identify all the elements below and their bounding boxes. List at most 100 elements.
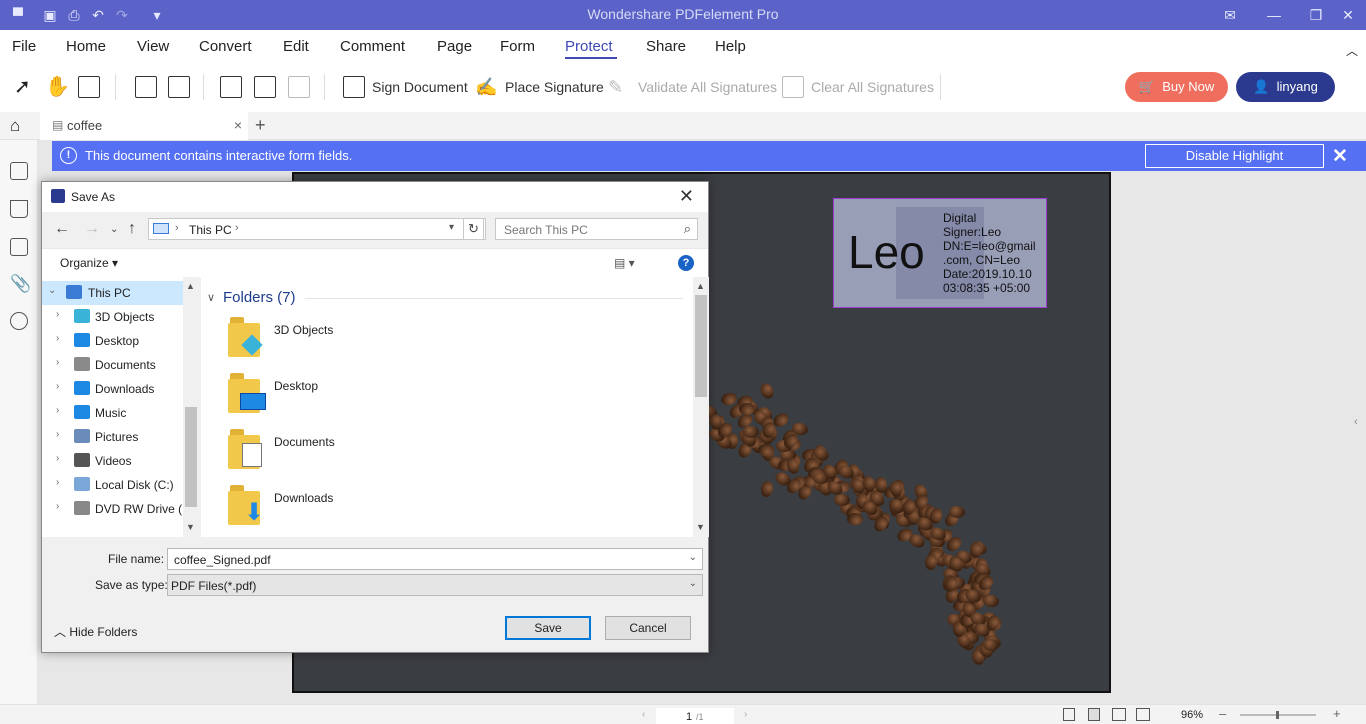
folder-item-label[interactable]: Desktop <box>274 379 318 393</box>
collapse-chevron-icon[interactable]: › <box>56 429 59 440</box>
zoom-level[interactable]: 96% <box>1181 709 1203 721</box>
tree-item[interactable]: › Documents <box>42 353 199 377</box>
menu-home[interactable]: Home <box>66 38 106 55</box>
expand-right-panel-icon[interactable]: ‹ <box>1354 416 1358 428</box>
address-bar[interactable]: › This PC › ▾ <box>148 218 486 240</box>
validate-signatures-icon[interactable]: ✎ <box>608 76 630 98</box>
tree-item[interactable]: › Music <box>42 401 199 425</box>
close-icon[interactable]: ✕ <box>1340 7 1356 23</box>
save-button[interactable]: Save <box>505 616 591 640</box>
file-name-input[interactable]: coffee_Signed.pdf ⌄ <box>167 548 703 570</box>
two-page-continuous-icon[interactable] <box>1136 708 1150 721</box>
tree-scrollbar[interactable]: ▲ ▼ <box>183 277 199 537</box>
forward-arrow-icon[interactable]: → <box>84 220 100 238</box>
buy-now-button[interactable]: 🛒 Buy Now <box>1125 72 1228 102</box>
minimize-icon[interactable]: — <box>1266 7 1282 23</box>
collapse-chevron-icon[interactable]: › <box>56 477 59 488</box>
collapse-group-icon[interactable]: ∨ <box>207 291 215 304</box>
maximize-icon[interactable]: ❐ <box>1308 7 1324 23</box>
collapse-chevron-icon[interactable]: › <box>56 501 59 512</box>
new-tab-icon[interactable]: + <box>255 115 266 136</box>
validate-all-signatures-button[interactable]: Validate All Signatures <box>638 79 777 95</box>
menu-page[interactable]: Page <box>437 38 472 55</box>
prev-page-icon[interactable]: ‹ <box>642 709 645 720</box>
back-arrow-icon[interactable]: ← <box>54 220 70 238</box>
tree-item[interactable]: › Desktop <box>42 329 199 353</box>
tree-item[interactable]: › Pictures <box>42 425 199 449</box>
menu-protect[interactable]: Protect <box>565 38 613 55</box>
apply-redaction-icon[interactable] <box>288 76 310 98</box>
redact-icon[interactable] <box>220 76 242 98</box>
tree-item[interactable]: › Downloads <box>42 377 199 401</box>
address-dropdown-icon[interactable]: ▾ <box>449 222 454 233</box>
view-options-icon[interactable]: ▤ ▾ <box>614 256 635 270</box>
collapse-chevron-icon[interactable]: › <box>56 453 59 464</box>
collapse-chevron-icon[interactable]: › <box>56 357 59 368</box>
zoom-out-icon[interactable]: – <box>1219 706 1226 721</box>
menu-form[interactable]: Form <box>500 38 535 55</box>
folder-item-label[interactable]: Documents <box>274 435 335 449</box>
save-as-type-select[interactable]: PDF Files(*.pdf) ⌄ <box>167 574 703 596</box>
folders-group-header[interactable]: Folders (7) <box>223 289 296 306</box>
search-panel-icon[interactable] <box>10 312 28 330</box>
expand-chevron-icon[interactable]: ⌄ <box>48 285 56 296</box>
bookmarks-icon[interactable] <box>10 200 28 218</box>
tree-item[interactable]: › Videos <box>42 449 199 473</box>
help-icon[interactable]: ? <box>678 255 694 271</box>
scroll-down-icon[interactable]: ▼ <box>186 522 195 532</box>
continuous-view-icon[interactable] <box>1088 708 1100 721</box>
two-page-view-icon[interactable] <box>1112 708 1126 721</box>
menu-help[interactable]: Help <box>715 38 746 55</box>
refresh-icon[interactable]: ↻ <box>463 218 484 240</box>
folder-view-scrollbar[interactable]: ▲ ▼ <box>693 277 709 537</box>
edit-tool-icon[interactable] <box>78 76 100 98</box>
page-number-field[interactable]: 1 /1 <box>656 708 734 724</box>
clear-all-signatures-button[interactable]: Clear All Signatures <box>811 79 934 95</box>
clear-signatures-icon[interactable] <box>782 76 804 98</box>
close-tab-icon[interactable]: × <box>234 117 242 133</box>
zoom-slider-handle[interactable] <box>1276 711 1279 719</box>
collapse-chevron-icon[interactable]: › <box>56 309 59 320</box>
menu-view[interactable]: View <box>137 38 169 55</box>
comments-icon[interactable] <box>10 238 28 256</box>
tree-item[interactable]: ⌄ This PC <box>42 281 199 305</box>
scroll-up-icon[interactable]: ▲ <box>696 281 705 291</box>
next-page-icon[interactable]: › <box>744 709 747 720</box>
place-signature-icon[interactable]: ✍ <box>475 76 497 98</box>
scroll-down-icon[interactable]: ▼ <box>696 522 705 532</box>
zoom-in-icon[interactable]: + <box>1333 706 1341 721</box>
recent-locations-icon[interactable]: ⌄ <box>110 224 118 235</box>
scroll-thumb[interactable] <box>185 407 197 507</box>
tree-item[interactable]: › DVD RW Drive (D <box>42 497 199 521</box>
permission-lock-icon[interactable] <box>168 76 190 98</box>
close-notice-icon[interactable]: ✕ <box>1332 145 1348 168</box>
scroll-up-icon[interactable]: ▲ <box>186 281 195 291</box>
menu-convert[interactable]: Convert <box>199 38 252 55</box>
collapse-ribbon-icon[interactable]: ︿ <box>1346 42 1358 59</box>
attachments-icon[interactable]: 📎 <box>10 275 31 293</box>
tree-item[interactable]: › 3D Objects <box>42 305 199 329</box>
user-account-button[interactable]: 👤 linyang <box>1236 72 1335 102</box>
collapse-chevron-icon[interactable]: › <box>56 405 59 416</box>
scroll-thumb[interactable] <box>695 295 707 397</box>
search-redact-icon[interactable] <box>254 76 276 98</box>
organize-button[interactable]: Organize ▾ <box>60 256 118 270</box>
place-signature-button[interactable]: Place Signature <box>505 79 604 95</box>
password-lock-icon[interactable] <box>135 76 157 98</box>
collapse-chevron-icon[interactable]: › <box>56 381 59 392</box>
folder-item-label[interactable]: Downloads <box>274 491 333 505</box>
document-tab[interactable]: ▤ coffee × <box>40 112 248 140</box>
breadcrumb-chevron-icon[interactable]: › <box>235 222 239 234</box>
hide-folders-button[interactable]: ︿ Hide Folders <box>54 623 137 640</box>
chevron-down-icon[interactable]: ⌄ <box>689 552 697 563</box>
digital-signature-field[interactable]: Leo Digital Signer:Leo DN:E=leo@gmail .c… <box>833 198 1047 308</box>
folder-item-label[interactable]: 3D Objects <box>274 323 333 337</box>
tree-item[interactable]: › Local Disk (C:) <box>42 473 199 497</box>
home-icon[interactable]: ⌂ <box>10 116 20 136</box>
hand-tool-icon[interactable]: ✋ <box>45 76 70 98</box>
up-arrow-icon[interactable]: ↑ <box>128 220 136 238</box>
single-page-view-icon[interactable] <box>1063 708 1075 721</box>
mail-icon[interactable]: ✉ <box>1222 7 1238 23</box>
dialog-close-icon[interactable]: ✕ <box>679 186 694 207</box>
menu-edit[interactable]: Edit <box>283 38 309 55</box>
